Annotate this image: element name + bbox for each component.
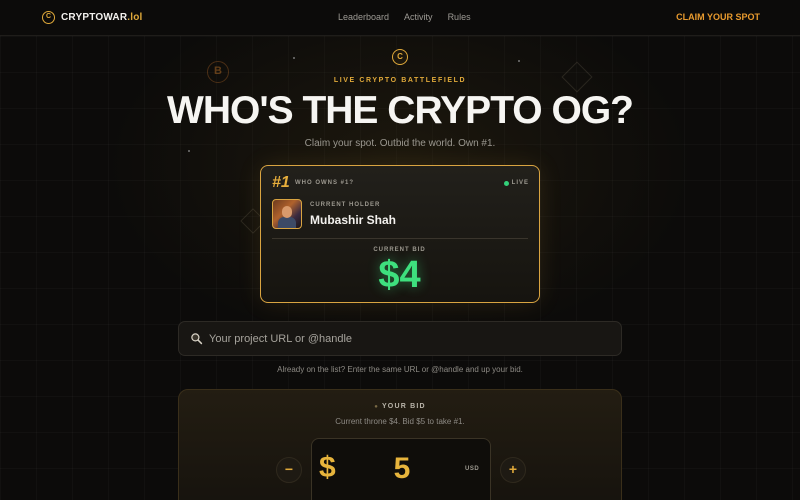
card-divider (272, 238, 528, 239)
bid-panel-subtitle: Current throne $4. Bid $5 to take #1. (335, 417, 465, 426)
brand-name: CRYPTOWAR.lol (61, 12, 143, 23)
sparkle-dot (518, 60, 520, 62)
nav-links: Leaderboard Activity Rules (338, 12, 471, 22)
coin-badge-icon: C (392, 49, 408, 65)
bullet-icon: ● (374, 404, 382, 410)
handle-search-field (178, 321, 622, 356)
sparkle-dot (188, 150, 190, 152)
currency-symbol: $ (319, 451, 336, 484)
search-icon (191, 333, 203, 345)
avatar-body (278, 217, 296, 228)
bid-panel-title-text: YOUR BID (381, 403, 426, 410)
nav-link-leaderboard[interactable]: Leaderboard (338, 12, 389, 22)
bid-amount-box: $ USD (311, 438, 491, 500)
live-label: LIVE (511, 180, 529, 186)
claim-spot-button[interactable]: CLAIM YOUR SPOT (676, 12, 760, 22)
brand-tld-text: .lol (127, 12, 143, 23)
top-holder-card: #1 WHO OWNS #1? LIVE CURRENT HOLDER Muba… (260, 165, 540, 303)
search-hint: Already on the list? Enter the same URL … (277, 365, 523, 374)
avatar-face (282, 206, 292, 218)
current-bid-label: CURRENT BID (373, 247, 426, 253)
currency-unit: USD (465, 466, 480, 472)
nav-link-rules[interactable]: Rules (448, 12, 471, 22)
coin-logo-icon: C (42, 11, 55, 24)
current-bid-amount: $4 (378, 254, 421, 296)
decrease-bid-button[interactable]: − (276, 457, 302, 483)
card-caption: WHO OWNS #1? (295, 180, 355, 186)
sparkle-dot (293, 57, 295, 59)
page-title: WHO'S THE CRYPTO OG? (167, 89, 634, 132)
rank-badge: #1 (272, 174, 290, 191)
increase-bid-button[interactable]: + (500, 457, 526, 483)
brand-name-text: CRYPTOWAR (61, 12, 128, 23)
holder-label: CURRENT HOLDER (310, 202, 381, 208)
brand-logo[interactable]: C CRYPTOWAR.lol (42, 11, 143, 24)
top-nav: C CRYPTOWAR.lol Leaderboard Activity Rul… (0, 0, 800, 36)
hero-subtitle: Claim your spot. Outbid the world. Own #… (304, 138, 496, 149)
bid-panel-title: ● YOUR BID (179, 403, 621, 410)
holder-name: Mubashir Shah (310, 213, 397, 227)
live-indicator: LIVE (503, 180, 529, 186)
search-input[interactable] (209, 322, 609, 355)
live-dot-icon (503, 180, 509, 186)
hero-eyebrow: LIVE CRYPTO BATTLEFIELD (333, 77, 467, 84)
avatar (272, 199, 302, 229)
bid-amount-input[interactable] (352, 449, 452, 489)
nav-link-activity[interactable]: Activity (404, 12, 433, 22)
bid-panel: ● YOUR BID Current throne $4. Bid $5 to … (178, 389, 622, 500)
